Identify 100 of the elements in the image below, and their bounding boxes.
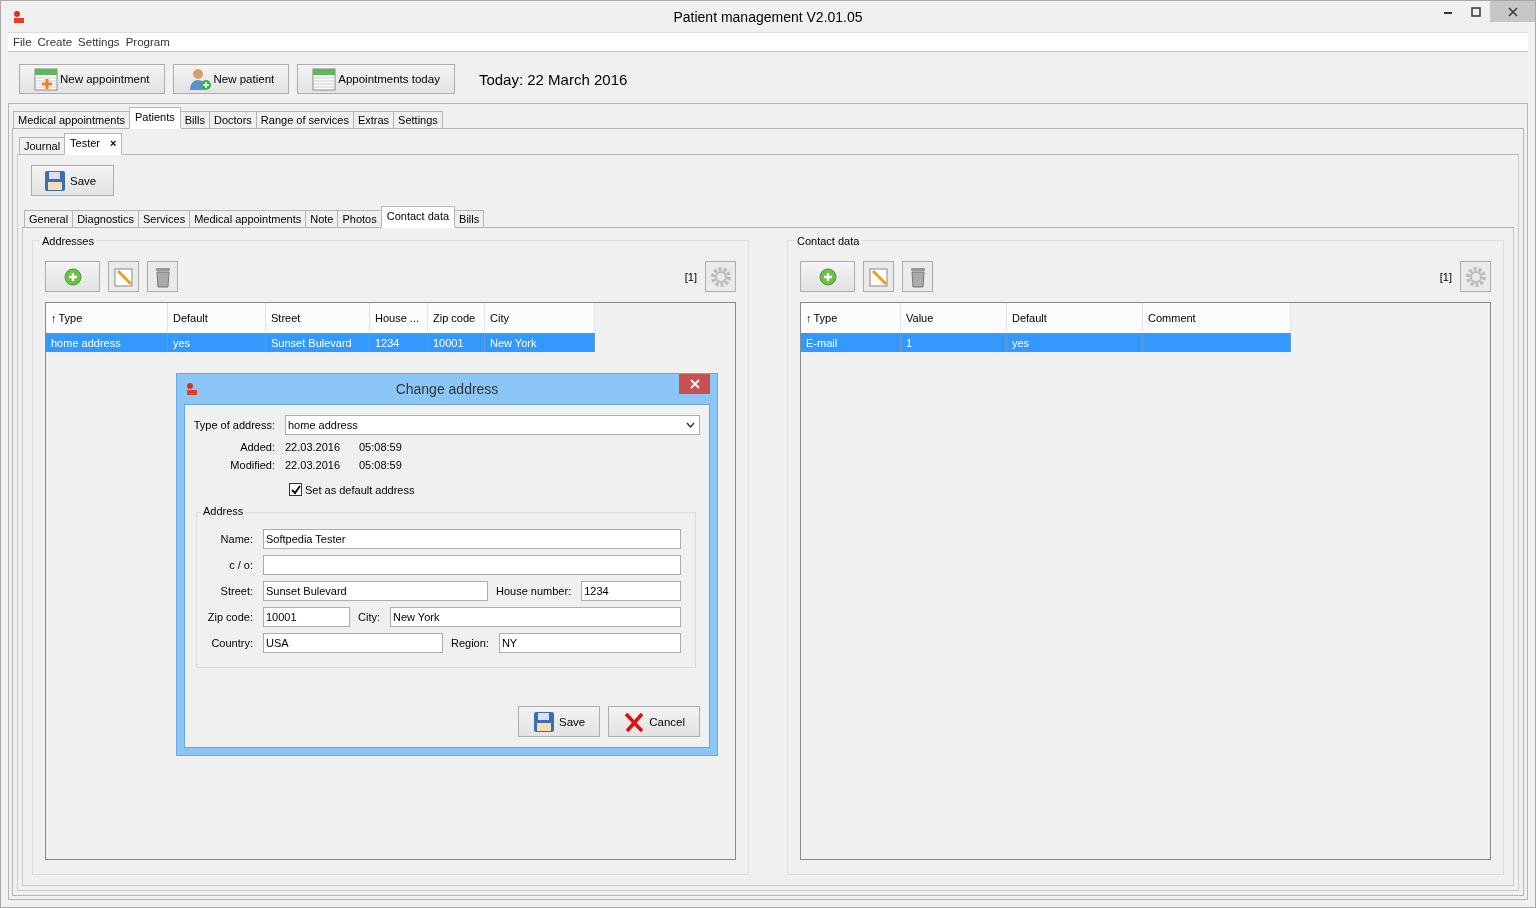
tab[interactable]: Tester × [64,133,123,155]
delete-button[interactable] [902,261,933,292]
sort-arrow: ↑ [51,312,57,324]
close-tab-button[interactable]: × [110,137,117,149]
gear-icon [1464,265,1487,288]
input-field[interactable]: Softpedia Tester [263,529,681,549]
panel-title: Contact data [795,235,862,247]
column-header[interactable]: Value [901,303,1007,333]
input-field[interactable] [263,555,681,575]
edit-button[interactable] [108,261,139,292]
column-header[interactable]: Default [1007,303,1143,333]
tab[interactable]: Patients [129,107,181,129]
field-label: Country: [210,637,253,649]
tab[interactable]: Diagnostics [72,210,139,227]
calendar-icon [312,67,337,91]
table-cell: 1 [901,333,1007,352]
menu-item[interactable]: File [10,36,35,48]
field-label: House number: [496,585,572,597]
column-header[interactable]: Comment [1143,303,1291,333]
toolbar-button[interactable]: Appointments today [297,64,455,94]
window-title: Patient management V2.01.05 [673,8,863,25]
field-label: Type of address: [193,419,275,431]
notepad-pencil-icon [867,265,890,288]
app-icon [184,382,198,396]
tab[interactable]: General [24,210,74,227]
column-header[interactable]: City [485,303,595,333]
table-cell: 1234 [370,333,428,352]
menu-item[interactable]: Program [122,36,173,48]
tab[interactable]: Bills [454,210,485,227]
maximize-icon [1471,6,1481,17]
today-date: Today: 22 March 2016 [478,70,628,88]
app-icon [11,9,25,24]
field-label: Modified: [229,459,275,471]
input-field[interactable]: 1234 [581,581,681,601]
field-label: Region: [451,637,489,649]
tab[interactable]: Range of services [255,111,354,128]
add-icon [818,267,837,286]
column-header[interactable]: Street [266,303,370,333]
input-field[interactable]: NY [498,633,681,653]
menu-item[interactable]: Create [34,36,76,48]
column-header[interactable]: House ... [370,303,428,333]
field-label: Zip code: [206,611,253,623]
check-icon [290,484,301,495]
record-count: [1] [684,270,697,283]
close-icon [1507,6,1518,17]
input-field[interactable]: Sunset Bulevard [263,581,488,601]
field-label: City: [358,611,380,623]
menu-item[interactable]: Settings [75,36,123,48]
table-cell: home address [46,333,168,352]
column-header[interactable]: ↑ Type [801,303,901,333]
notepad-pencil-icon [112,265,135,288]
close-icon [689,379,700,389]
date-text: 22.03.2016 [285,459,342,471]
calendar-plus-icon [34,67,58,91]
column-header[interactable]: ↑ Type [46,303,168,333]
toolbar-button[interactable]: New appointment [19,64,165,94]
tab[interactable]: Medical appointments [189,210,307,227]
table-cell: New York [485,333,595,352]
tab[interactable]: Medical appointments [13,111,130,128]
add-button[interactable] [45,261,100,292]
time-text: 05:08:59 [359,459,402,471]
input-field[interactable]: New York [390,607,681,627]
cancel-button[interactable]: Cancel [608,706,700,737]
add-icon [63,267,82,286]
time-text: 05:08:59 [359,441,402,453]
save-button[interactable]: Save [517,706,601,737]
person-add-icon [187,67,212,91]
sort-arrow: ↑ [806,312,812,324]
tab[interactable]: Settings [393,111,443,128]
save-button[interactable]: Save [31,165,114,196]
table-cell: yes [1007,333,1143,352]
table-cell: yes [168,333,266,352]
delete-button[interactable] [147,261,178,292]
column-header[interactable]: Zip code [428,303,485,333]
group-title: Address [201,505,246,517]
trash-icon [153,265,172,288]
field-label: Added: [239,441,275,453]
field-label: Street: [219,585,253,597]
close-button[interactable] [1490,1,1535,22]
column-header[interactable]: Default [168,303,266,333]
settings-button[interactable] [705,261,736,292]
trash-icon [908,265,927,288]
record-count: [1] [1439,270,1452,283]
close-button[interactable] [679,374,710,394]
date-text: 22.03.2016 [285,441,342,453]
checkbox[interactable] [289,483,302,496]
checkbox-label[interactable]: Set as default address [305,483,415,496]
add-button[interactable] [800,261,855,292]
tab[interactable]: Journal [19,137,66,154]
settings-button[interactable] [1460,261,1491,292]
edit-button[interactable] [863,261,894,292]
input-field[interactable]: 10001 [263,607,350,627]
table-cell: E-mail [801,333,901,352]
panel-title: Addresses [40,235,96,247]
input-field[interactable]: USA [263,633,443,653]
toolbar-button[interactable]: New patient [172,64,290,94]
address-type-dropdown[interactable]: home address [285,415,700,435]
field-label: Name: [219,533,253,545]
table-cell: 10001 [428,333,485,352]
tab[interactable]: Contact data [380,206,456,228]
